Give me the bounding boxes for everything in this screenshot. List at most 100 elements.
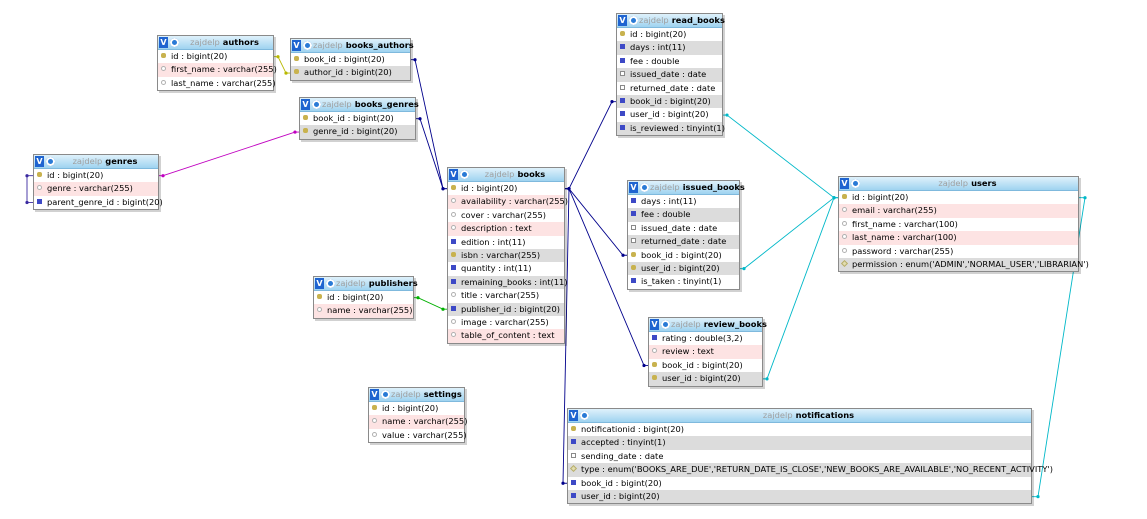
table-options-icon[interactable]	[312, 100, 321, 109]
column-row[interactable]: genre : varchar(255)	[34, 182, 158, 196]
column-row[interactable]: review : text	[649, 345, 762, 359]
column-row[interactable]: edition : int(11)	[448, 236, 564, 249]
table-header[interactable]: Vzajdelp books_authors	[291, 39, 414, 53]
column-row[interactable]: availability : varchar(255)	[448, 195, 568, 209]
table-options-icon[interactable]	[381, 390, 390, 399]
column-row[interactable]: email : varchar(255)	[839, 204, 1078, 218]
table-options-icon[interactable]	[629, 16, 638, 25]
table-options-icon[interactable]	[46, 157, 55, 166]
column-row[interactable]: author_id : bigint(20)	[291, 66, 410, 80]
table-options-icon[interactable]	[303, 41, 312, 50]
column-row[interactable]: name : varchar(255)	[369, 415, 467, 429]
table-books-genres[interactable]: Vzajdelp books_genres book_id : bigint(20)…	[299, 97, 419, 140]
table-header[interactable]: Vzajdelp settings	[369, 388, 464, 402]
column-row[interactable]: description : text	[448, 222, 564, 236]
collapse-toggle-icon[interactable]: V	[159, 37, 168, 48]
column-row[interactable]: days : int(11)	[617, 41, 722, 55]
collapse-toggle-icon[interactable]: V	[840, 178, 849, 189]
column-row[interactable]: fee : double	[617, 55, 722, 68]
column-row[interactable]: name : varchar(255)	[314, 304, 413, 318]
column-row[interactable]: table_of_content : text	[448, 329, 564, 343]
column-row[interactable]: book_id : bigint(20)	[628, 249, 739, 262]
column-row[interactable]: image : varchar(255)	[448, 316, 564, 329]
column-row[interactable]: id : bigint(20)	[448, 182, 564, 195]
table-header[interactable]: Vzajdelp books	[448, 168, 564, 182]
column-row[interactable]: first_name : varchar(100)	[839, 218, 1078, 231]
column-row[interactable]: id : bigint(20)	[839, 191, 1078, 204]
column-row[interactable]: user_id : bigint(20)	[568, 489, 1031, 504]
table-options-icon[interactable]	[661, 320, 670, 329]
table-options-icon[interactable]	[580, 411, 589, 420]
table-issued-books[interactable]: Vzajdelp issued_books days : int(11) fee : …	[627, 180, 745, 290]
table-settings[interactable]: Vzajdelp settings id : bigint(20) name : va…	[368, 387, 467, 444]
table-authors[interactable]: Vzajdelp authors id : bigint(20) first_name…	[157, 35, 277, 92]
table-books-authors[interactable]: Vzajdelp books_authors book_id : bigint(20…	[290, 38, 414, 81]
table-read-books[interactable]: Vzajdelp read_books id : bigint(20) days : …	[616, 13, 725, 137]
column-row[interactable]: is_taken : tinyint(1)	[628, 275, 739, 288]
collapse-toggle-icon[interactable]: V	[629, 182, 638, 193]
column-row[interactable]: value : varchar(255)	[369, 429, 467, 442]
table-users[interactable]: Vzajdelp users id : bigint(20) email : varc…	[838, 176, 1089, 273]
column-row[interactable]: remaining_books : int(11)	[448, 275, 568, 290]
column-row[interactable]: genre_id : bigint(20)	[300, 125, 415, 139]
column-row[interactable]: notificationid : bigint(20)	[568, 423, 1031, 436]
column-row[interactable]: returned_date : date	[617, 82, 722, 95]
column-row[interactable]: user_id : bigint(20)	[617, 108, 722, 121]
column-row[interactable]: issued_date : date	[628, 222, 739, 235]
table-publishers[interactable]: Vzajdelp publishers id : bigint(20) name : …	[313, 276, 418, 319]
column-row[interactable]: first_name : varchar(255)	[158, 63, 277, 77]
collapse-toggle-icon[interactable]: V	[292, 40, 301, 51]
column-row[interactable]: cover : varchar(255)	[448, 209, 564, 222]
table-notifications[interactable]: Vzajdelp notifications notificationid : bi…	[567, 408, 1053, 505]
column-row[interactable]: fee : double	[628, 208, 739, 222]
table-header[interactable]: Vzajdelp read_books	[617, 14, 725, 28]
column-row[interactable]: permission : enum('ADMIN','NORMAL_USER',…	[839, 257, 1089, 272]
column-row[interactable]: password : varchar(255)	[839, 245, 1078, 258]
collapse-toggle-icon[interactable]: V	[569, 410, 578, 421]
column-row[interactable]: user_id : bigint(20)	[649, 372, 762, 386]
column-row[interactable]: publisher_id : bigint(20)	[448, 302, 564, 316]
collapse-toggle-icon[interactable]: V	[315, 278, 324, 289]
collapse-toggle-icon[interactable]: V	[35, 156, 44, 167]
column-row[interactable]: quantity : int(11)	[448, 262, 564, 275]
table-review-books[interactable]: Vzajdelp review_books rating : double(3,2)…	[648, 317, 767, 387]
table-options-icon[interactable]	[851, 179, 860, 188]
column-row[interactable]: user_id : bigint(20)	[628, 261, 739, 276]
column-row[interactable]: last_name : varchar(100)	[839, 231, 1078, 245]
column-row[interactable]: is_reviewed : tinyint(1)	[617, 121, 725, 136]
table-options-icon[interactable]	[170, 38, 179, 47]
column-row[interactable]: isbn : varchar(255)	[448, 248, 564, 263]
table-options-icon[interactable]	[326, 279, 335, 288]
collapse-toggle-icon[interactable]: V	[370, 389, 379, 400]
table-header[interactable]: Vzajdelp users	[839, 177, 1078, 191]
column-row[interactable]: book_id : bigint(20)	[300, 112, 415, 125]
column-row[interactable]: last_name : varchar(255)	[158, 77, 276, 90]
table-genres[interactable]: Vzajdelp genres id : bigint(20) genre : var…	[33, 154, 163, 211]
column-row[interactable]: title : varchar(255)	[448, 289, 564, 302]
table-header[interactable]: Vzajdelp authors	[158, 36, 273, 50]
column-row[interactable]: id : bigint(20)	[314, 291, 413, 304]
column-row[interactable]: book_id : bigint(20)	[291, 53, 410, 66]
table-header[interactable]: Vzajdelp review_books	[649, 318, 767, 332]
collapse-toggle-icon[interactable]: V	[650, 319, 659, 330]
table-header[interactable]: Vzajdelp issued_books	[628, 181, 745, 195]
column-row[interactable]: parent_genre_id : bigint(20)	[34, 196, 163, 209]
column-row[interactable]: id : bigint(20)	[617, 28, 722, 41]
collapse-toggle-icon[interactable]: V	[618, 15, 627, 26]
collapse-toggle-icon[interactable]: V	[449, 169, 458, 180]
collapse-toggle-icon[interactable]: V	[301, 99, 310, 110]
column-row[interactable]: id : bigint(20)	[369, 402, 464, 415]
table-header[interactable]: Vzajdelp books_genres	[300, 98, 419, 112]
column-row[interactable]: book_id : bigint(20)	[617, 94, 722, 109]
column-row[interactable]: book_id : bigint(20)	[649, 359, 762, 372]
table-header[interactable]: Vzajdelp publishers	[314, 277, 418, 291]
column-row[interactable]: id : bigint(20)	[158, 50, 273, 63]
column-row[interactable]: type : enum('BOOKS_ARE_DUE','RETURN_DATE…	[568, 463, 1053, 477]
column-row[interactable]: sending_date : date	[568, 450, 1031, 463]
table-options-icon[interactable]	[460, 170, 469, 179]
column-row[interactable]: id : bigint(20)	[34, 169, 158, 182]
column-row[interactable]: rating : double(3,2)	[649, 332, 762, 345]
column-row[interactable]: accepted : tinyint(1)	[568, 436, 1031, 450]
column-row[interactable]: days : int(11)	[628, 195, 739, 208]
table-header[interactable]: Vzajdelp genres	[34, 155, 158, 169]
